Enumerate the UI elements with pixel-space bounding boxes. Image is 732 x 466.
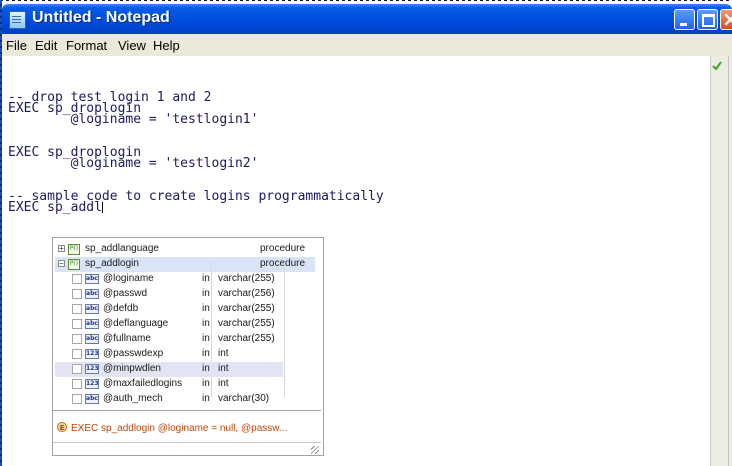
param-checkbox[interactable] (72, 319, 82, 329)
param-row-loginame[interactable]: abc @loginame in varchar(255) (55, 272, 283, 287)
param-name: @deflanguage (103, 318, 169, 329)
scrollbar-divider (728, 56, 729, 466)
title-bar[interactable]: Untitled - Notepad (2, 4, 732, 34)
close-button[interactable] (720, 7, 732, 31)
param-direction: in (202, 318, 210, 329)
procedure-icon: P() (68, 259, 80, 270)
string-type-icon: abc (85, 334, 99, 344)
param-type: int (218, 348, 229, 359)
string-type-icon: abc (85, 289, 99, 299)
collapse-icon[interactable]: − (58, 260, 65, 268)
code-line: @loginame = 'testlogin1' (8, 112, 259, 127)
param-type: varchar(30) (218, 393, 270, 404)
maximize-button[interactable] (697, 9, 718, 30)
string-type-icon: abc (85, 304, 99, 314)
completion-tree: + P() sp_addlanguage procedure − P() sp_… (53, 238, 323, 410)
menu-edit[interactable]: Edit (35, 38, 57, 53)
completion-item-sp-addlogin[interactable]: − P() sp_addlogin procedure (55, 257, 315, 272)
expand-icon[interactable]: + (58, 245, 65, 253)
param-type: varchar(255) (218, 318, 275, 329)
procedure-kind: procedure (260, 258, 306, 269)
param-row-auth-mech[interactable]: abc @auth_mech in varchar(30) (55, 392, 283, 407)
param-direction: in (202, 363, 210, 374)
param-name: @maxfailedlogins (103, 378, 183, 389)
param-checkbox[interactable] (72, 364, 82, 374)
numeric-type-icon: 123 (85, 349, 99, 359)
param-name: @defdb (103, 303, 139, 314)
procedure-name: sp_addlanguage (85, 243, 159, 254)
resize-grip-icon[interactable] (311, 446, 319, 454)
param-checkbox[interactable] (72, 349, 82, 359)
param-type: varchar(255) (218, 333, 275, 344)
menu-file[interactable]: File (6, 38, 27, 53)
text-caret (101, 202, 103, 213)
param-checkbox[interactable] (72, 274, 82, 284)
param-name: @auth_mech (103, 393, 163, 404)
string-type-icon: abc (85, 274, 99, 284)
param-name: @loginame (103, 273, 154, 284)
code-line: @loginame = 'testlogin2' (8, 156, 259, 171)
procedure-kind: procedure (260, 243, 306, 254)
numeric-type-icon: 123 (85, 364, 99, 374)
param-direction: in (202, 333, 210, 344)
code-preview[interactable]: E EXEC sp_addlogin @loginame = null, @pa… (53, 410, 321, 442)
param-name: @fullname (103, 333, 151, 344)
param-row-passwdexp[interactable]: 123 @passwdexp in int (55, 347, 283, 362)
menu-format[interactable]: Format (66, 38, 107, 53)
window-title: Untitled - Notepad (32, 9, 170, 26)
param-type: int (218, 378, 229, 389)
param-checkbox[interactable] (72, 289, 82, 299)
param-name: @passwd (103, 288, 148, 299)
param-name: @minpwdlen (103, 363, 161, 374)
exec-icon: E (57, 422, 67, 432)
procedure-icon: P() (68, 244, 80, 255)
current-line-text: EXEC sp_addl (8, 200, 102, 215)
param-row-deflanguage[interactable]: abc @deflanguage in varchar(255) (55, 317, 283, 332)
param-type: int (218, 363, 229, 374)
numeric-type-icon: 123 (85, 379, 99, 389)
param-type: varchar(255) (218, 303, 275, 314)
param-checkbox[interactable] (72, 334, 82, 344)
param-row-maxfailedlogins[interactable]: 123 @maxfailedlogins in int (55, 377, 283, 392)
param-direction: in (202, 303, 210, 314)
intellisense-popup[interactable]: + P() sp_addlanguage procedure − P() sp_… (52, 237, 324, 456)
param-type: varchar(256) (218, 288, 275, 299)
param-direction: in (202, 348, 210, 359)
popup-status-bar (53, 442, 321, 455)
param-checkbox[interactable] (72, 379, 82, 389)
screenshot-border-top (0, 0, 732, 1)
param-type: varchar(255) (218, 273, 275, 284)
preview-text: EXEC sp_addlogin @loginame = null, @pass… (71, 423, 288, 434)
minimize-button[interactable] (674, 9, 695, 30)
param-direction: in (202, 393, 210, 404)
menu-view[interactable]: View (118, 38, 146, 53)
editor-content[interactable]: -- drop test login 1 and 2 EXEC sp_dropl… (8, 81, 384, 215)
procedure-name: sp_addlogin (85, 258, 139, 269)
string-type-icon: abc (85, 394, 99, 404)
param-checkbox[interactable] (72, 304, 82, 314)
menu-help[interactable]: Help (153, 38, 180, 53)
param-row-defdb[interactable]: abc @defdb in varchar(255) (55, 302, 283, 317)
completion-item-sp-addlanguage[interactable]: + P() sp_addlanguage procedure (55, 242, 315, 257)
column-divider (284, 262, 285, 397)
checkmark-icon (712, 61, 722, 71)
param-row-minpwdlen[interactable]: 123 @minpwdlen in int (55, 362, 283, 377)
param-direction: in (202, 273, 210, 284)
param-row-passwd[interactable]: abc @passwd in varchar(256) (55, 287, 283, 302)
string-type-icon: abc (85, 319, 99, 329)
param-name: @passwdexp (103, 348, 164, 359)
param-direction: in (202, 288, 210, 299)
notepad-window: Untitled - Notepad File Edit Format View… (2, 4, 732, 466)
notepad-icon[interactable] (9, 11, 26, 29)
param-row-fullname[interactable]: abc @fullname in varchar(255) (55, 332, 283, 347)
menu-bar: File Edit Format View Help (2, 34, 732, 56)
param-direction: in (202, 378, 210, 389)
param-checkbox[interactable] (72, 394, 82, 404)
